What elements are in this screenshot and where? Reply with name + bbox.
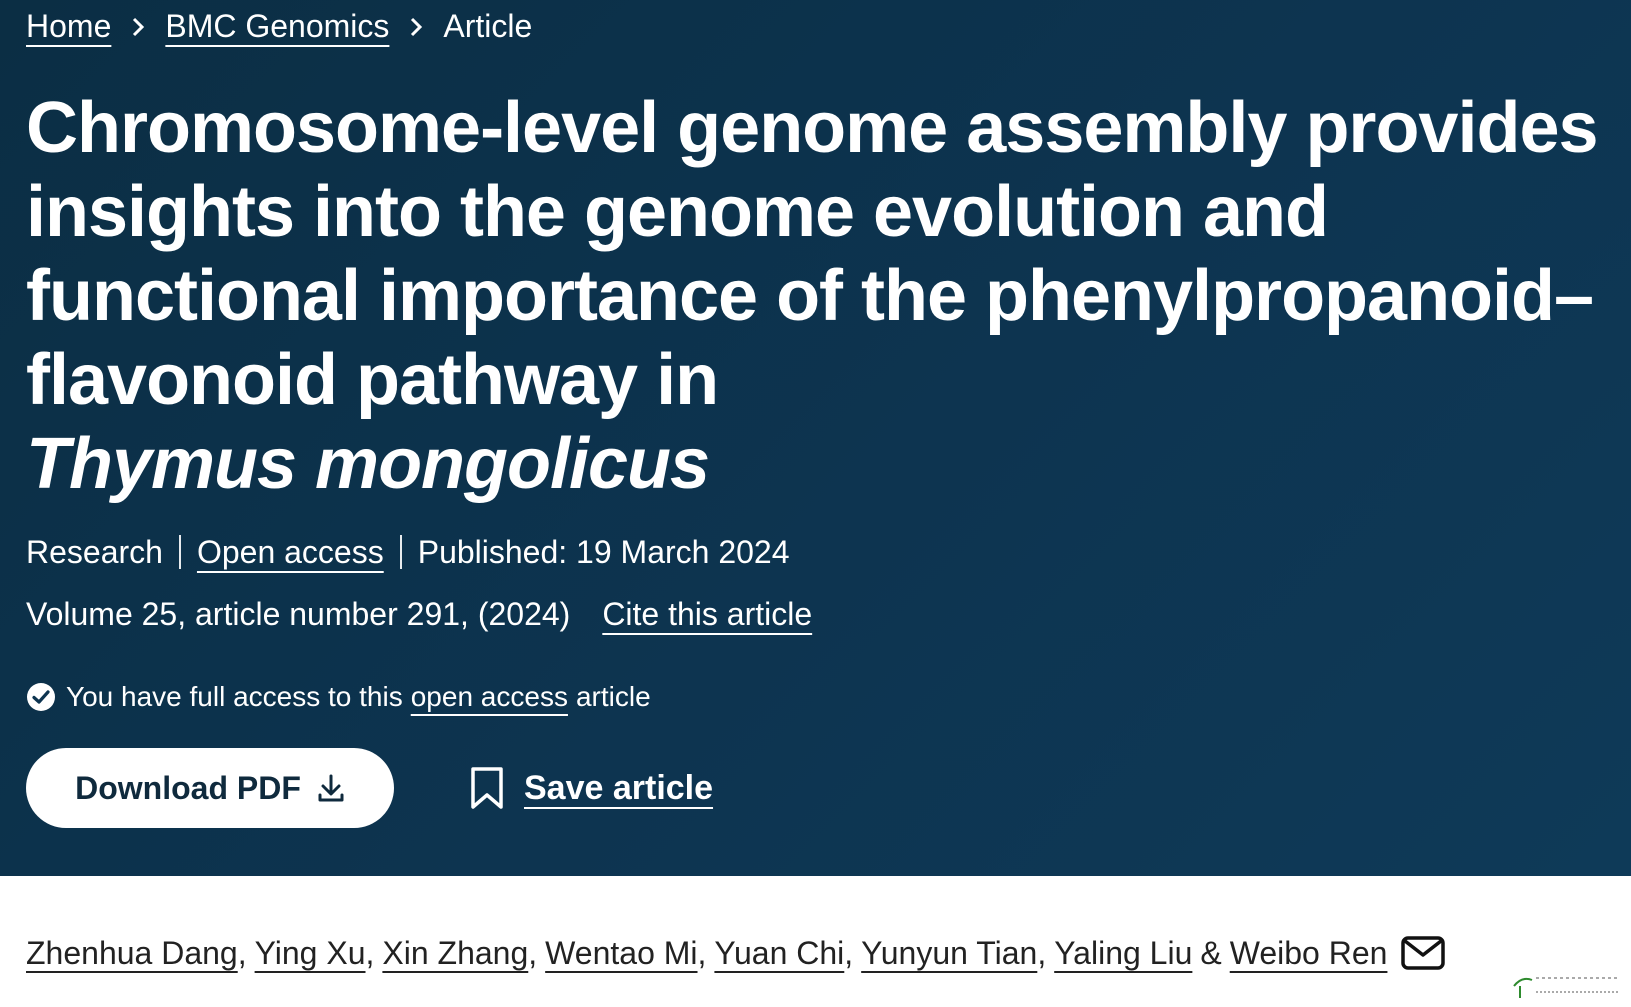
article-title-main: Chromosome-level genome assembly provide… — [26, 88, 1599, 420]
access-notice-prefix: You have full access to this — [66, 681, 403, 712]
article-volume-row: Volume 25, article number 291, (2024) Ci… — [26, 592, 812, 636]
download-pdf-button[interactable]: Download PDF — [26, 748, 394, 828]
save-article-label: Save article — [524, 768, 714, 807]
author-link[interactable]: Wentao Mi — [545, 935, 697, 972]
download-icon — [318, 774, 344, 802]
breadcrumb-current: Article — [443, 7, 533, 44]
save-article-button[interactable]: Save article — [470, 763, 713, 813]
author-list: Zhenhua Dang, Ying Xu, Xin Zhang, Wentao… — [26, 930, 1446, 976]
chevron-right-icon — [401, 6, 431, 46]
author-link[interactable]: Yuan Chi — [714, 935, 844, 972]
meta-divider — [178, 535, 181, 569]
author-link[interactable]: Yaling Liu — [1054, 935, 1192, 972]
breadcrumb-home-link[interactable]: Home — [26, 8, 111, 45]
author-link[interactable]: Ying Xu — [255, 935, 366, 972]
author-link[interactable]: Zhenhua Dang — [26, 935, 238, 972]
author-link[interactable]: Weibo Ren — [1230, 935, 1388, 972]
author-link[interactable]: Xin Zhang — [382, 935, 528, 972]
article-title-species: Thymus mongolicus — [26, 424, 710, 504]
author-link[interactable]: Yunyun Tian — [861, 935, 1037, 972]
published-date: Published: 19 March 2024 — [417, 533, 790, 570]
article-header: Home BMC Genomics Article Chromosome-lev… — [0, 0, 1631, 876]
meta-divider — [399, 535, 402, 569]
open-access-link[interactable]: Open access — [197, 534, 384, 571]
mail-icon[interactable] — [1401, 936, 1446, 970]
bookmark-icon — [471, 767, 503, 809]
breadcrumb: Home BMC Genomics Article — [26, 6, 532, 46]
access-notice-suffix: article — [575, 681, 651, 712]
access-notice: You have full access to this open access… — [26, 677, 651, 717]
volume-info: Volume 25, article number 291, (2024) — [26, 595, 571, 632]
download-pdf-label: Download PDF — [75, 769, 301, 806]
article-title: Chromosome-level genome assembly provide… — [26, 86, 1606, 506]
cite-article-link[interactable]: Cite this article — [602, 596, 812, 633]
site-watermark-logo — [1513, 977, 1620, 998]
access-notice-link[interactable]: open access — [411, 681, 568, 713]
author-ampersand: & — [1200, 934, 1222, 971]
breadcrumb-journal-link[interactable]: BMC Genomics — [165, 8, 389, 45]
chevron-right-icon — [123, 6, 153, 46]
article-meta: Research Open access Published: 19 March… — [26, 530, 790, 574]
article-type: Research — [26, 533, 163, 570]
check-circle-icon — [27, 683, 55, 711]
